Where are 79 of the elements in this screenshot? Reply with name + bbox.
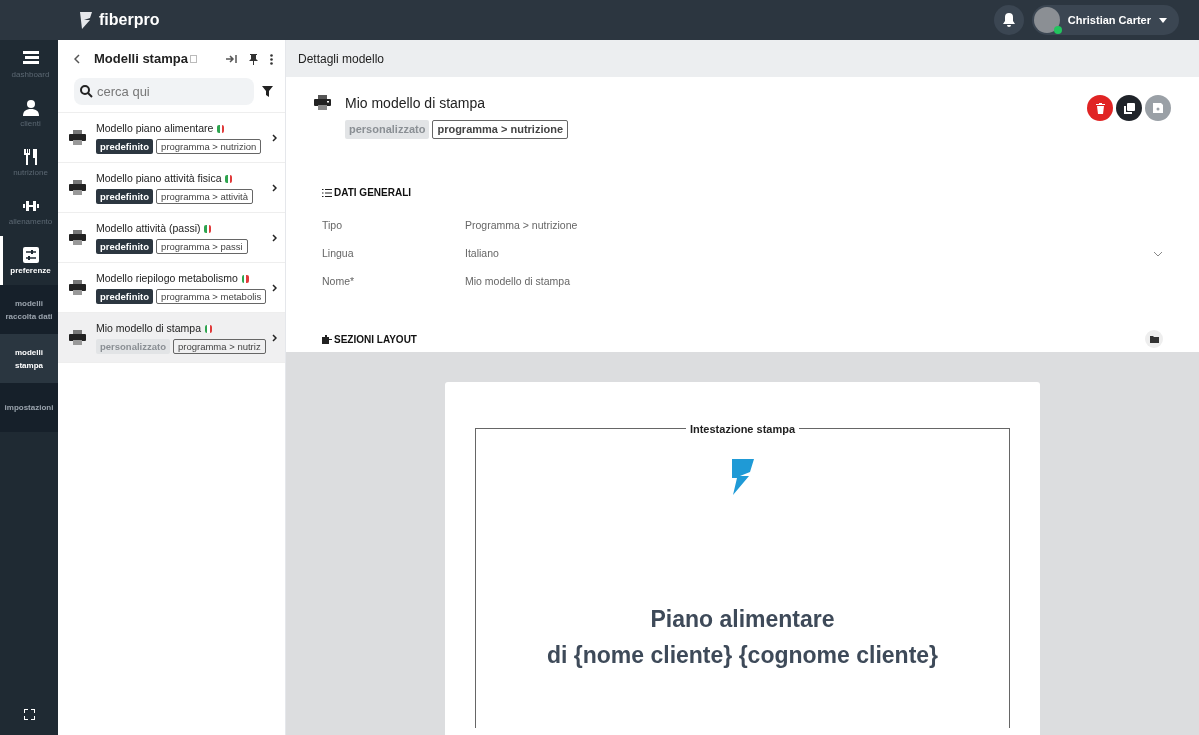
tag-badge: predefinito <box>96 189 154 205</box>
chevron-right-icon <box>272 133 277 142</box>
italy-flag-icon <box>204 224 212 233</box>
list-icon <box>322 188 332 197</box>
tag-badge: personalizzato <box>345 120 430 139</box>
nav-subitem[interactable]: impostazioni <box>0 383 58 432</box>
more-icon[interactable] <box>270 53 273 65</box>
dashboard-icon <box>22 50 39 67</box>
user-menu-button[interactable]: Christian Carter <box>1031 5 1179 35</box>
field-value: Mio modello di stampa <box>465 274 571 290</box>
preview-title: di {nome cliente} {cognome cliente} <box>546 641 939 670</box>
bell-icon <box>1002 13 1015 27</box>
field-value: Programma > nutrizione <box>465 218 578 234</box>
language-select[interactable]: Italiano <box>465 246 1171 262</box>
copy-icon <box>1123 102 1135 114</box>
folder-icon <box>1149 335 1159 343</box>
item-title: Modello piano alimentare <box>96 120 214 136</box>
list-item[interactable]: Mio modello di stampa personalizzato programma > nutriz <box>58 313 285 363</box>
avatar <box>1033 7 1060 33</box>
printer-icon <box>314 95 331 110</box>
item-title: Mio modello di stampa <box>96 320 202 336</box>
collapse-icon[interactable] <box>226 54 237 64</box>
item-title: Modello riepilogo metabolismo <box>96 270 238 286</box>
tag-badge: predefinito <box>96 139 154 155</box>
fullscreen-icon <box>23 708 35 720</box>
puzzle-icon <box>322 334 332 344</box>
category-tag: programma > nutriz <box>173 339 266 355</box>
category-tag: programma > metabolis <box>156 289 267 305</box>
duplicate-button[interactable] <box>1116 95 1142 121</box>
chevron-right-icon <box>272 183 277 192</box>
field-label: Tipo <box>322 218 344 234</box>
cutlery-icon <box>22 148 39 165</box>
chevron-left-icon <box>74 54 80 64</box>
brand-name: fiberpro <box>99 10 160 30</box>
details-header: Dettagli modello <box>286 40 1199 77</box>
sliders-icon <box>22 246 39 263</box>
section-heading: SEZIONI LAYOUT <box>334 332 417 347</box>
nav-subitem[interactable]: modelli stampa <box>0 334 58 383</box>
preview-title: Piano alimentare <box>650 605 835 634</box>
folder-button[interactable] <box>1145 330 1163 348</box>
chevron-right-icon <box>272 333 277 342</box>
category-tag: programma > passi <box>156 239 248 255</box>
delete-button[interactable] <box>1087 95 1113 121</box>
tag-badge: personalizzato <box>96 339 170 355</box>
logo-icon <box>729 459 756 495</box>
document-icon <box>189 55 197 63</box>
chevron-down-icon <box>1153 251 1163 257</box>
user-icon <box>22 99 39 116</box>
caret-icon <box>1159 17 1167 23</box>
panel-title: Modelli stampa <box>94 50 188 69</box>
category-tag: programma > attività <box>156 189 253 205</box>
filter-icon[interactable] <box>262 86 273 97</box>
chevron-right-icon <box>272 233 277 242</box>
italy-flag-icon <box>241 274 249 283</box>
item-title: Modello piano attività fisica <box>96 170 222 186</box>
field-label: Nome* <box>322 274 356 290</box>
printer-icon <box>69 280 86 295</box>
italy-flag-icon <box>217 124 225 133</box>
tag-badge: predefinito <box>96 239 154 255</box>
pin-icon[interactable] <box>249 53 258 65</box>
notifications-button[interactable] <box>993 5 1024 35</box>
trash-icon <box>1095 102 1105 114</box>
printer-icon <box>69 230 86 245</box>
printer-icon <box>69 180 86 195</box>
nav-subitem[interactable]: modelli raccolta dati <box>0 285 58 334</box>
item-title: Modello attività (passi) <box>96 220 201 236</box>
chevron-right-icon <box>272 283 277 292</box>
category-tag: programma > nutrizion <box>156 139 262 155</box>
italy-flag-icon <box>225 174 233 183</box>
tag-badge: predefinito <box>96 289 154 305</box>
category-tag: programma > nutrizione <box>432 120 568 139</box>
search-field[interactable]: cerca qui <box>74 78 254 105</box>
printer-icon <box>69 130 86 145</box>
italy-flag-icon <box>205 324 213 333</box>
field-label: Lingua <box>322 246 355 262</box>
section-heading: DATI GENERALI <box>334 186 412 200</box>
logo-icon <box>78 10 94 30</box>
printer-icon <box>69 330 86 345</box>
model-title: Mio modello di stampa <box>345 95 487 112</box>
